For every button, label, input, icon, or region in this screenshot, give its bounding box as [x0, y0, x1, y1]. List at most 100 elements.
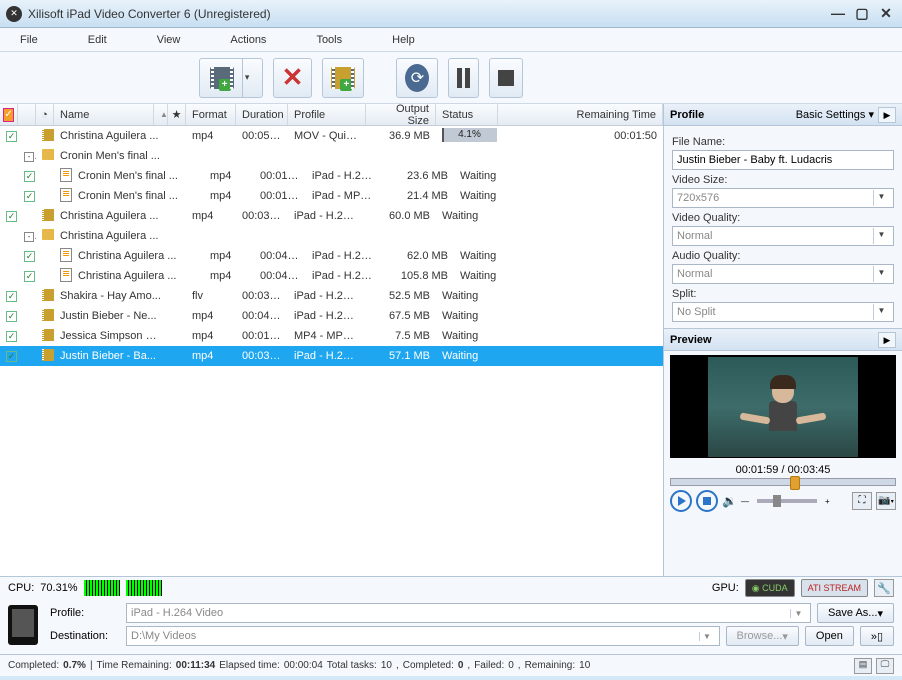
- panel-collapse-icon[interactable]: ▶: [878, 107, 896, 123]
- delete-button[interactable]: ✕: [273, 58, 313, 98]
- menu-help[interactable]: Help: [392, 34, 415, 46]
- side-pane: Profile Basic Settings ▾ ▶ File Name: Vi…: [664, 104, 902, 576]
- minimize-button[interactable]: —: [828, 6, 848, 22]
- sb-fail: 0: [508, 660, 514, 671]
- select-all-checkbox[interactable]: ✓: [3, 108, 13, 122]
- filename-label: File Name:: [672, 136, 894, 148]
- gpu-label: GPU:: [712, 582, 739, 594]
- sb-rem-lbl: Remaining:: [525, 660, 576, 671]
- browse-button[interactable]: Browse... ▾: [726, 626, 799, 646]
- destination-label: Destination:: [50, 630, 120, 642]
- gpu-settings-button[interactable]: 🔧: [874, 579, 894, 597]
- split-label: Split:: [672, 288, 894, 300]
- col-remaining[interactable]: Remaining Time: [498, 104, 663, 125]
- close-button[interactable]: ✕: [876, 6, 896, 22]
- table-row[interactable]: ✓Cronin Men's final ...mp400:01:33iPad -…: [0, 186, 663, 206]
- table-row[interactable]: ✓Justin Bieber - Ne...mp400:04:25iPad - …: [0, 306, 663, 326]
- table-row[interactable]: ✓Cronin Men's final ...mp400:01:33iPad -…: [0, 166, 663, 186]
- sb-total: 10: [381, 660, 392, 671]
- profile-label: Profile:: [50, 607, 120, 619]
- titlebar: ✕ Xilisoft iPad Video Converter 6 (Unreg…: [0, 0, 902, 28]
- app-icon: ✕: [6, 6, 22, 22]
- table-row[interactable]: ✓Jessica Simpson S...mp400:01:05MP4 - MP…: [0, 326, 663, 346]
- videosize-label: Video Size:: [672, 174, 894, 186]
- cuda-badge: ◉ CUDA: [745, 579, 795, 597]
- menu-tools[interactable]: Tools: [316, 34, 342, 46]
- video-scene: [708, 357, 858, 457]
- col-format[interactable]: Format: [186, 104, 236, 125]
- sb-compcnt-lbl: Completed:: [403, 660, 454, 671]
- table-row[interactable]: -Christina Aguilera ...: [0, 226, 663, 246]
- sb-log-button[interactable]: ▤: [854, 658, 872, 674]
- saveas-button[interactable]: Save As... ▾: [817, 603, 894, 623]
- cpu-label: CPU:: [8, 582, 34, 594]
- snapshot-button[interactable]: 📷▾: [876, 492, 896, 510]
- upload-button[interactable]: »▯: [860, 626, 894, 646]
- seek-bar[interactable]: [670, 478, 896, 486]
- sb-completed-lbl: Completed:: [8, 660, 59, 671]
- convert-button[interactable]: ⟳: [396, 58, 438, 98]
- ati-badge: ATI STREAM: [801, 579, 868, 597]
- col-star[interactable]: ★: [168, 104, 186, 125]
- volume-slider[interactable]: [757, 499, 817, 503]
- col-status[interactable]: Status: [436, 104, 498, 125]
- menu-actions[interactable]: Actions: [230, 34, 266, 46]
- col-name[interactable]: Name: [54, 104, 154, 125]
- statusbar: Completed: 0.7% | Time Remaining: 00:11:…: [0, 654, 902, 676]
- table-row[interactable]: -Cronin Men's final ...: [0, 146, 663, 166]
- cpu-graph-1: [84, 580, 120, 596]
- table-row[interactable]: ✓Christina Aguilera ...mp400:03:56iPad -…: [0, 206, 663, 226]
- file-list-pane: ✓ ◔ Name ▲ ★ Format Duration Profile Out…: [0, 104, 664, 576]
- col-icon[interactable]: ◔: [36, 104, 54, 125]
- add-profile-button[interactable]: +: [322, 58, 364, 98]
- table-row[interactable]: ✓Christina Aguilera ...mp400:05:31MOV - …: [0, 126, 663, 146]
- stop-playback-button[interactable]: [696, 490, 718, 512]
- add-file-button[interactable]: +▾: [199, 58, 263, 98]
- destination-field[interactable]: D:\My Videos▼: [126, 626, 720, 646]
- sb-timerem: 00:11:34: [176, 660, 215, 671]
- sb-total-lbl: Total tasks:: [327, 660, 377, 671]
- col-output[interactable]: Output Size: [366, 104, 436, 125]
- maximize-button[interactable]: ▢: [852, 6, 872, 22]
- play-button[interactable]: [670, 490, 692, 512]
- menu-view[interactable]: View: [157, 34, 181, 46]
- vquality-combo[interactable]: Normal▼: [672, 226, 894, 246]
- aquality-label: Audio Quality:: [672, 250, 894, 262]
- videosize-combo[interactable]: 720x576▼: [672, 188, 894, 208]
- playback-time: 00:01:59 / 00:03:45: [666, 464, 900, 476]
- sb-elapsed: 00:00:04: [284, 660, 323, 671]
- profile-panel-title: Profile: [670, 109, 704, 121]
- list-body: ✓Christina Aguilera ...mp400:05:31MOV - …: [0, 126, 663, 576]
- menubar: File Edit View Actions Tools Help: [0, 28, 902, 52]
- menu-file[interactable]: File: [20, 34, 38, 46]
- table-row[interactable]: ✓Christina Aguilera ...mp400:04:04iPad -…: [0, 246, 663, 266]
- split-combo[interactable]: No Split▼: [672, 302, 894, 322]
- col-sort-icon[interactable]: ▲: [154, 104, 168, 125]
- menu-edit[interactable]: Edit: [88, 34, 107, 46]
- device-icon: [8, 605, 38, 645]
- table-row[interactable]: ✓Justin Bieber - Ba...mp400:03:45iPad - …: [0, 346, 663, 366]
- col-duration[interactable]: Duration: [236, 104, 288, 125]
- sb-timerem-lbl: Time Remaining:: [97, 660, 172, 671]
- sb-rem: 10: [579, 660, 590, 671]
- profile-field[interactable]: iPad - H.264 Video▼: [126, 603, 811, 623]
- volume-icon[interactable]: 🔉: [722, 494, 737, 508]
- basic-settings-dropdown[interactable]: Basic Settings ▾: [796, 108, 874, 121]
- stop-button[interactable]: [489, 58, 523, 98]
- fullscreen-button[interactable]: ⛶: [852, 492, 872, 510]
- pause-button[interactable]: [448, 58, 479, 98]
- filename-input[interactable]: [672, 150, 894, 170]
- table-row[interactable]: ✓Christina Aguilera ...mp400:04:04iPad -…: [0, 266, 663, 286]
- bottom-panel: CPU: 70.31% GPU: ◉ CUDA ATI STREAM 🔧 Pro…: [0, 576, 902, 654]
- col-profile[interactable]: Profile: [288, 104, 366, 125]
- preview-panel-title: Preview: [670, 334, 712, 346]
- sb-fail-lbl: Failed:: [474, 660, 504, 671]
- aquality-combo[interactable]: Normal▼: [672, 264, 894, 284]
- preview-collapse-icon[interactable]: ▶: [878, 332, 896, 348]
- sb-monitor-button[interactable]: 🖵: [876, 658, 894, 674]
- open-button[interactable]: Open: [805, 626, 854, 646]
- sb-compcnt: 0: [458, 660, 464, 671]
- sb-elapsed-lbl: Elapsed time:: [219, 660, 280, 671]
- table-row[interactable]: ✓Shakira - Hay Amo...flv00:03:27iPad - H…: [0, 286, 663, 306]
- window-title: Xilisoft iPad Video Converter 6 (Unregis…: [28, 7, 828, 21]
